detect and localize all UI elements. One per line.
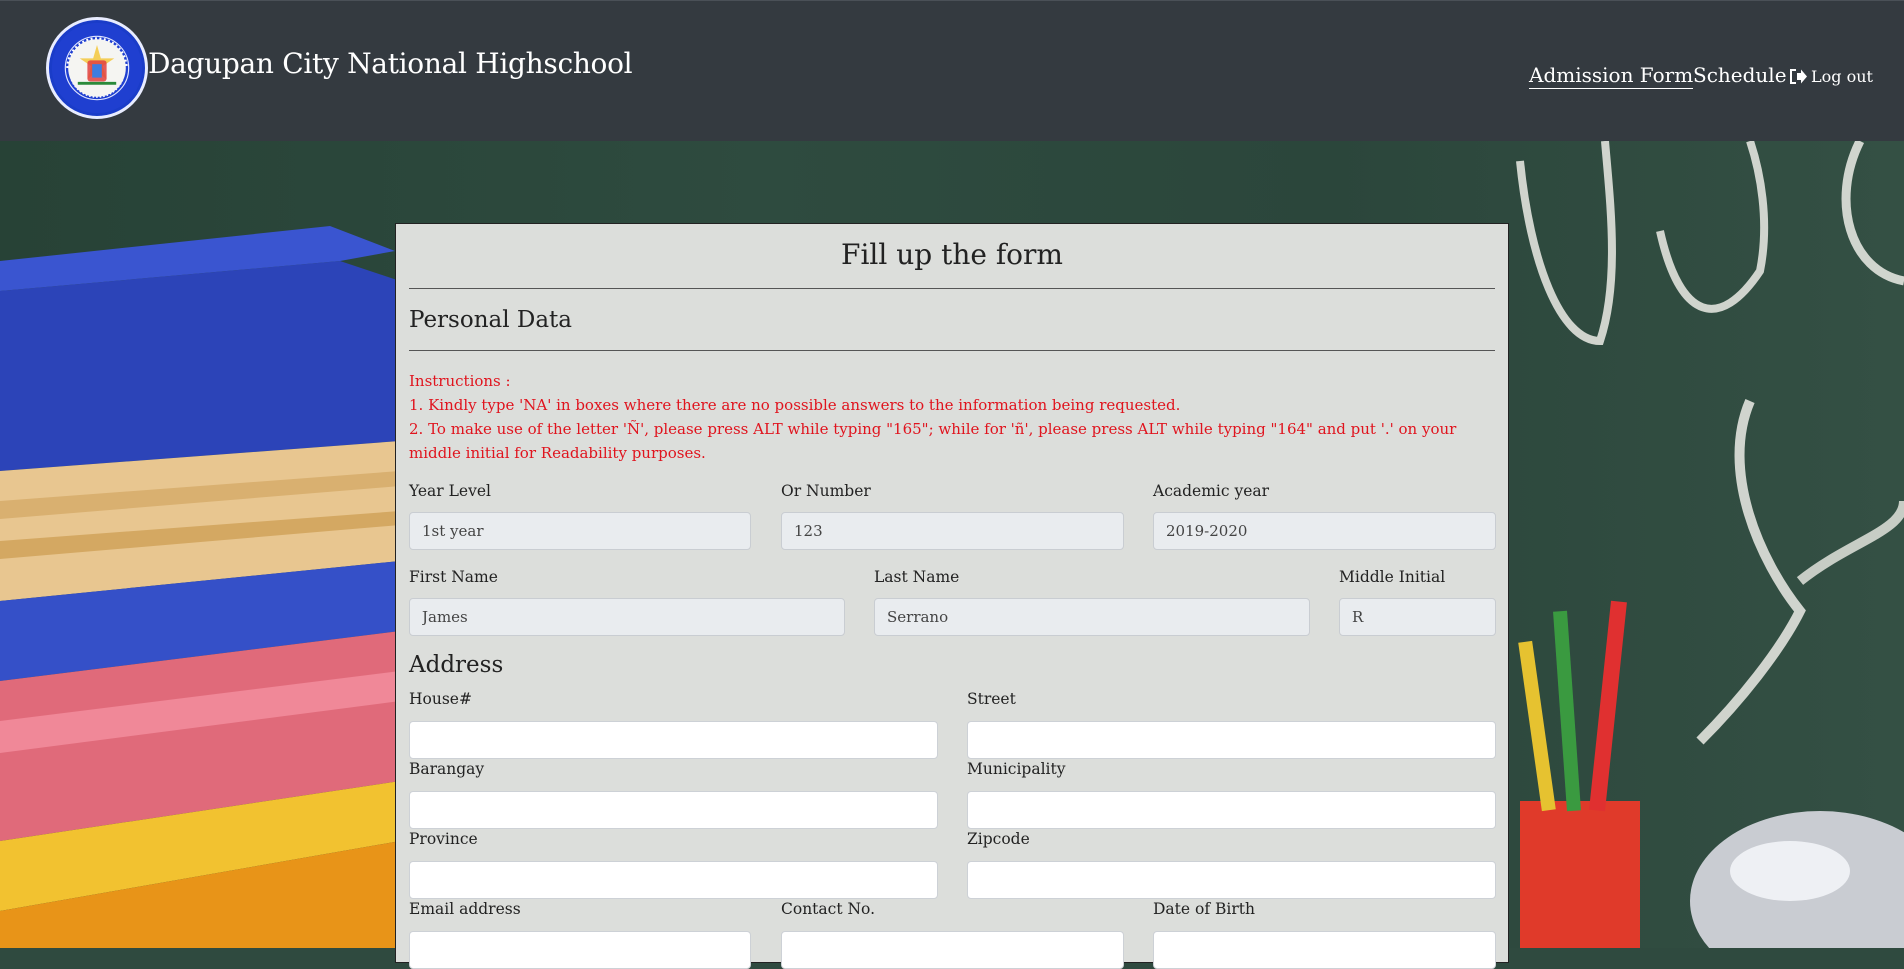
nav-admission-form[interactable]: Admission Form [1529,63,1694,89]
last-name-input[interactable] [874,598,1310,636]
date-of-birth-input[interactable] [1153,931,1496,969]
admission-form-card: Fill up the form Personal Data Instructi… [395,223,1509,969]
nav-logout[interactable]: Log out [1788,67,1873,86]
last-name-label: Last Name [874,568,960,586]
email-input[interactable] [409,931,751,969]
first-name-label: First Name [409,568,498,586]
barangay-label: Barangay [409,760,485,778]
middle-initial-label: Middle Initial [1339,568,1446,586]
or-number-input[interactable] [781,512,1124,550]
academic-year-input[interactable] [1153,512,1496,550]
contact-no-label: Contact No. [781,900,876,918]
house-label: House# [409,690,472,708]
logo-seal-icon [51,22,143,114]
contact-no-input[interactable] [781,931,1124,969]
year-level-input[interactable] [409,512,751,550]
year-level-label: Year Level [409,482,491,500]
barangay-input[interactable] [409,791,938,829]
address-heading: Address [409,652,504,678]
instruction-line-1: 1. Kindly type 'NA' in boxes where there… [409,396,1181,414]
province-input[interactable] [409,861,938,899]
school-name[interactable]: Dagupan City National Highschool [148,47,633,80]
academic-year-label: Academic year [1153,482,1270,500]
date-of-birth-label: Date of Birth [1153,900,1255,918]
divider [409,288,1495,289]
sign-out-icon [1790,69,1807,84]
municipality-label: Municipality [967,760,1066,778]
logout-label: Log out [1811,67,1873,86]
nav-schedule[interactable]: Schedule [1693,63,1787,87]
street-label: Street [967,690,1016,708]
first-name-input[interactable] [409,598,845,636]
personal-data-heading: Personal Data [409,307,572,333]
street-input[interactable] [967,721,1496,759]
form-title: Fill up the form [841,238,1063,271]
zipcode-label: Zipcode [967,830,1030,848]
middle-initial-input[interactable] [1339,598,1496,636]
or-number-label: Or Number [781,482,871,500]
instructions-heading: Instructions : [409,372,511,390]
house-input[interactable] [409,721,938,759]
instructions-block: Instructions : 1. Kindly type 'NA' in bo… [409,369,1499,465]
province-label: Province [409,830,478,848]
school-logo [46,17,148,119]
zipcode-input[interactable] [967,861,1496,899]
instruction-line-2: 2. To make use of the letter 'Ñ', please… [409,420,1457,462]
email-label: Email address [409,900,521,918]
municipality-input[interactable] [967,791,1496,829]
navbar: Dagupan City National Highschool Admissi… [0,0,1904,141]
divider [409,350,1495,351]
